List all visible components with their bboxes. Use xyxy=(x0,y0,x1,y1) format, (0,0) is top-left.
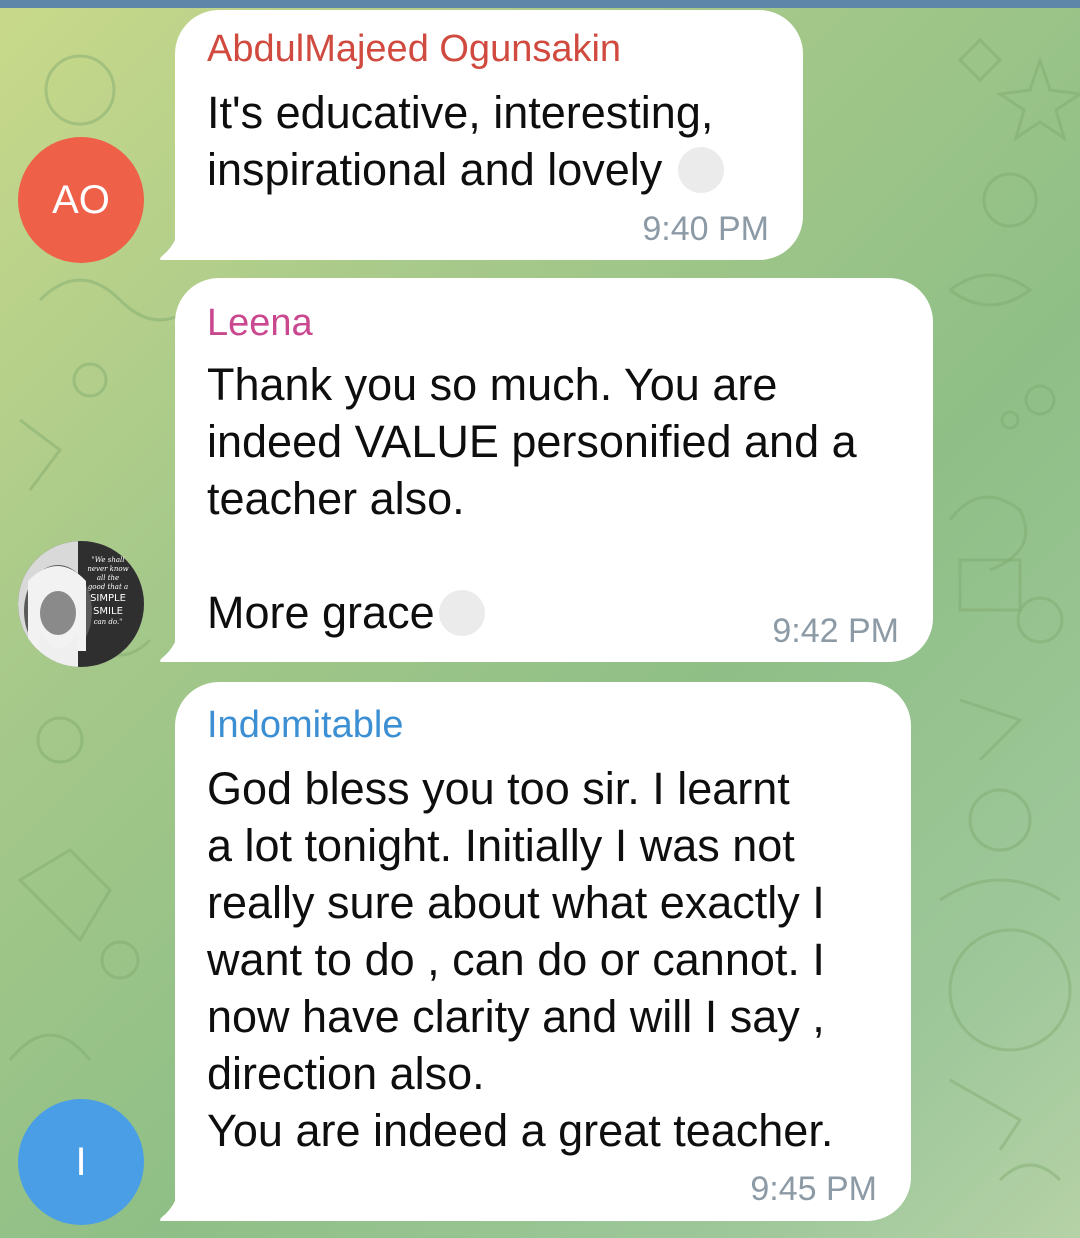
message-text: God bless you too sir. I learnt a lot to… xyxy=(207,763,834,1156)
message-text: Thank you so much. You are indeed VALUE … xyxy=(207,359,857,524)
quote-line: "We shall xyxy=(91,556,125,564)
avatar-abdulmajeed[interactable]: AO xyxy=(18,137,144,263)
quote-line: SMILE xyxy=(93,606,123,617)
avatar-initials: AO xyxy=(52,177,110,222)
quote-line: never know xyxy=(87,565,129,573)
sender-name[interactable]: Leena xyxy=(207,302,313,345)
quote-line: good that a xyxy=(87,583,129,591)
sender-name[interactable]: Indomitable xyxy=(207,704,403,747)
quote-line: SIMPLE xyxy=(90,593,126,604)
message-time: 9:42 PM xyxy=(772,612,899,650)
reaction-placeholder-icon[interactable] xyxy=(438,590,485,636)
message-bubble[interactable]: Indomitable God bless you too sir. I lea… xyxy=(175,682,911,1221)
quote-line: can do." xyxy=(93,618,123,626)
avatar-initials: I xyxy=(75,1139,87,1184)
avatar-indomitable[interactable]: I xyxy=(18,1099,144,1225)
reaction-placeholder-icon[interactable] xyxy=(678,147,725,193)
message-time: 9:45 PM xyxy=(750,1170,877,1208)
message-text-content: It's educative, interesting, inspiration… xyxy=(207,87,714,195)
message-bubble[interactable]: Leena Thank you so much. You are indeed … xyxy=(175,278,933,662)
message-time: 9:40 PM xyxy=(642,210,769,248)
quote-line: all the xyxy=(96,574,120,582)
message-text-content: More grace xyxy=(207,587,435,638)
message-text: It's educative, interesting, inspiration… xyxy=(207,84,725,198)
sender-name[interactable]: AbdulMajeed Ogunsakin xyxy=(207,28,621,71)
avatar-quote: "We shall never know all the good that a… xyxy=(78,556,138,627)
message-text-last-line: More grace xyxy=(207,584,485,641)
message-bubble[interactable]: AbdulMajeed Ogunsakin It's educative, in… xyxy=(175,10,803,260)
